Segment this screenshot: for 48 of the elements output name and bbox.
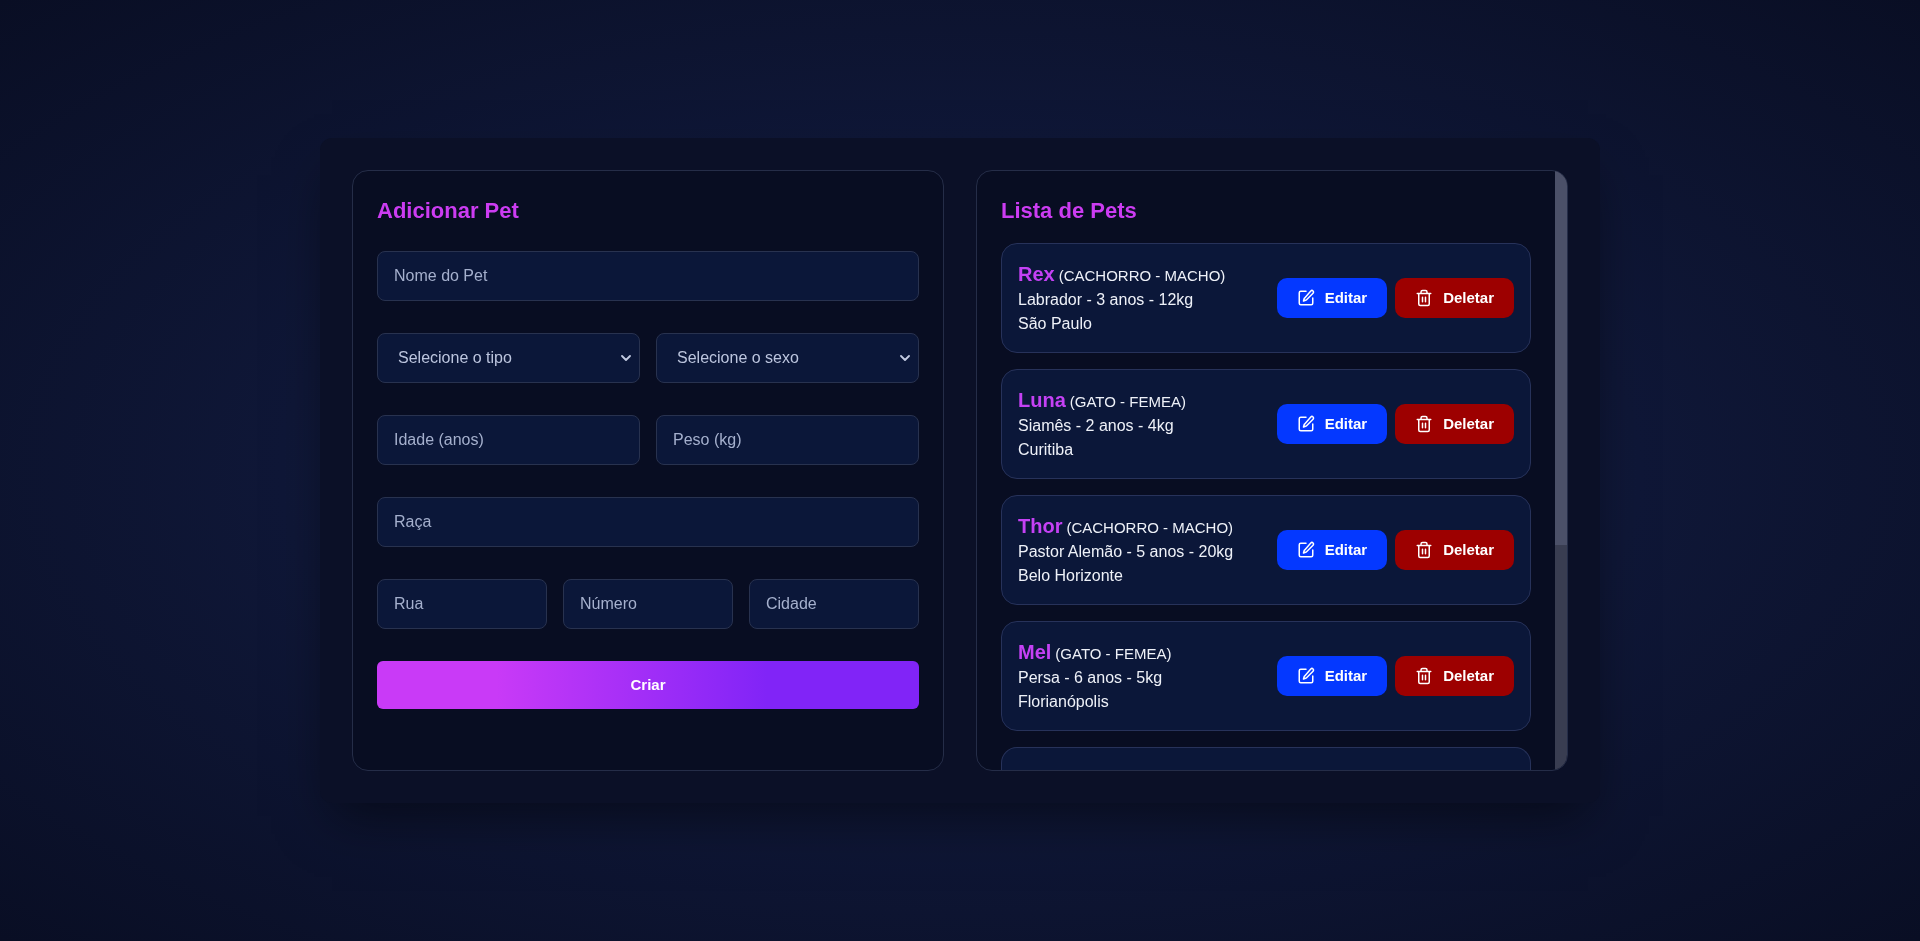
- form-title: Adicionar Pet: [377, 197, 519, 225]
- pet-name: Luna: [1018, 388, 1066, 413]
- edit-button[interactable]: Editar: [1276, 656, 1388, 696]
- pet-city: Belo Horizonte: [1018, 566, 1123, 586]
- delete-button[interactable]: Deletar: [1395, 404, 1514, 444]
- chevron-down-icon: [900, 355, 910, 361]
- pet-city: Curitiba: [1018, 440, 1074, 460]
- pencil-icon: [1296, 415, 1315, 433]
- scrollbar-track[interactable]: [1555, 171, 1567, 770]
- pet-details: Pastor Alemão - 5 anos - 20kg: [1018, 542, 1234, 562]
- trash-icon: [1415, 289, 1434, 307]
- delete-button[interactable]: Deletar: [1395, 656, 1514, 696]
- pet-tags: (CACHORRO - MACHO): [1066, 514, 1234, 542]
- input-field[interactable]: Cidade: [749, 579, 919, 629]
- edit-button[interactable]: Editar: [1276, 278, 1388, 318]
- pet-tags: (CACHORRO - MACHO): [1058, 262, 1226, 290]
- pencil-icon: [1296, 289, 1315, 307]
- scrollbar-thumb[interactable]: [1555, 171, 1567, 545]
- list-title: Lista de Pets: [1001, 197, 1137, 225]
- pet-city: Florianópolis: [1018, 692, 1109, 712]
- select-dropdown[interactable]: Selecione o sexo: [656, 333, 919, 383]
- delete-button[interactable]: Deletar: [1395, 530, 1514, 570]
- pet-tags: (GATO - FEMEA): [1055, 640, 1172, 668]
- input-field[interactable]: Raça: [377, 497, 919, 547]
- select-dropdown[interactable]: Selecione o tipo: [377, 333, 640, 383]
- input-field[interactable]: Nome do Pet: [377, 251, 919, 301]
- input-field[interactable]: Rua: [377, 579, 547, 629]
- edit-button[interactable]: Editar: [1276, 404, 1388, 444]
- pet-tags: (GATO - FEMEA): [1069, 388, 1186, 416]
- delete-button[interactable]: Deletar: [1395, 278, 1514, 318]
- input-field[interactable]: Idade (anos): [377, 415, 640, 465]
- pet-details: Siamês - 2 anos - 4kg: [1018, 416, 1174, 436]
- pencil-icon: [1296, 667, 1315, 685]
- trash-icon: [1415, 415, 1434, 433]
- create-button[interactable]: Criar: [377, 661, 919, 709]
- pet-name: Mel: [1018, 640, 1052, 665]
- input-field[interactable]: Número: [563, 579, 733, 629]
- pencil-icon: [1296, 541, 1315, 559]
- trash-icon: [1415, 541, 1434, 559]
- pet-name: Rex: [1018, 262, 1055, 287]
- input-field[interactable]: Peso (kg): [656, 415, 919, 465]
- chevron-down-icon: [621, 355, 631, 361]
- pet-name: Thor: [1018, 514, 1063, 539]
- trash-icon: [1415, 667, 1434, 685]
- edit-button[interactable]: Editar: [1276, 530, 1388, 570]
- pet-details: Labrador - 3 anos - 12kg: [1018, 290, 1194, 310]
- pet-details: Persa - 6 anos - 5kg: [1018, 668, 1163, 688]
- pet-city: São Paulo: [1018, 314, 1092, 334]
